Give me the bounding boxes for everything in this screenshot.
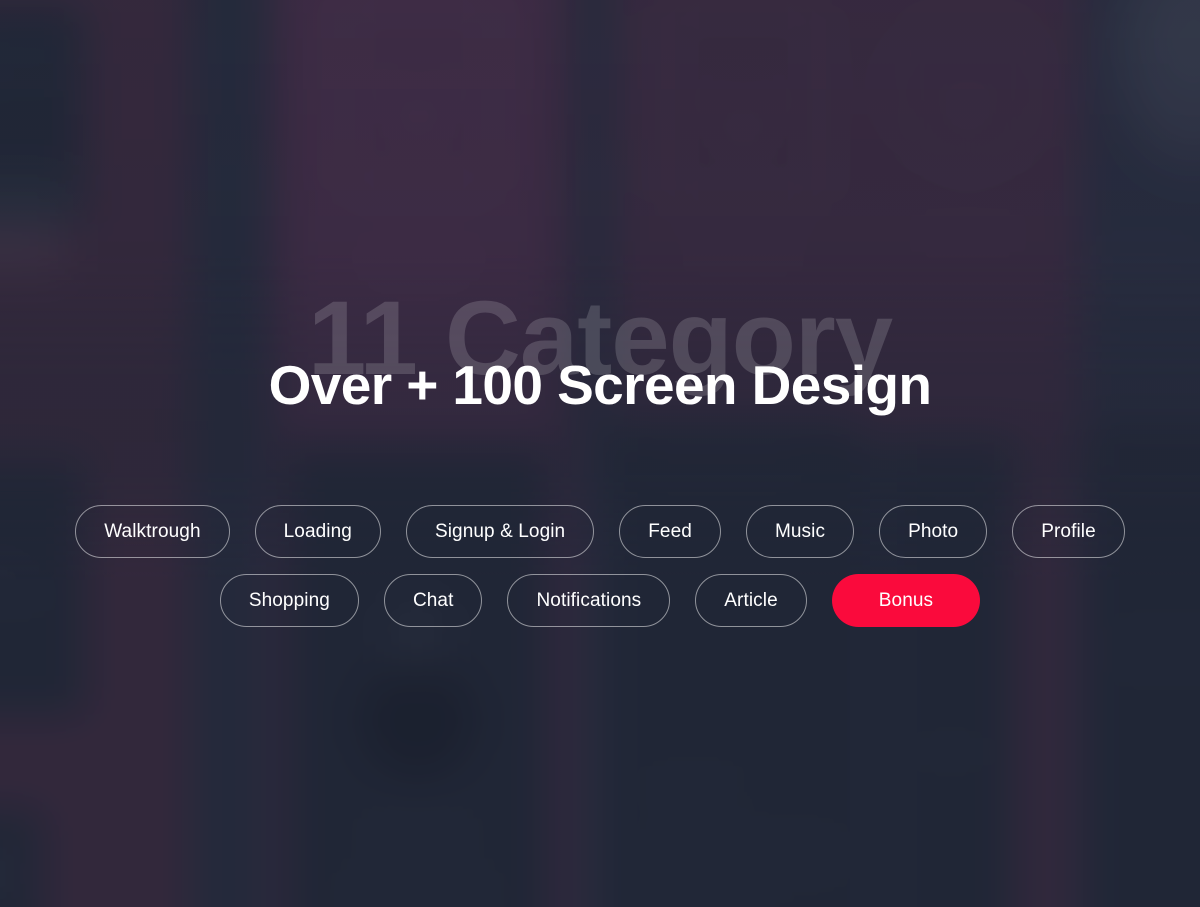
category-row-1: Walktrough Loading Signup & Login Feed Music… [0, 505, 1200, 558]
category-pill-article[interactable]: Article [695, 574, 807, 627]
category-pill-loading[interactable]: Loading [254, 505, 381, 558]
category-pill-chat[interactable]: Chat [383, 574, 483, 627]
category-pill-walktrough[interactable]: Walktrough [75, 505, 230, 558]
category-pill-feed[interactable]: Feed [619, 505, 721, 558]
category-pill-signup-login[interactable]: Signup & Login [405, 505, 595, 558]
mockup-card [610, 428, 876, 907]
avatar [359, 661, 476, 779]
page-title: Over + 100 Screen Design [268, 354, 932, 416]
category-pill-music[interactable]: Music [745, 505, 855, 558]
category-row-2: Shopping Chat Notifications Article Bonus [0, 574, 1200, 627]
mockup-card [1087, 428, 1200, 907]
category-pill-area: Walktrough Loading Signup & Login Feed Music… [0, 505, 1200, 627]
category-pill-notifications[interactable]: Notifications [507, 574, 671, 627]
promo-banner: 11 Category Over + 100 Screen Design Wal… [0, 0, 1200, 907]
mockup-card [891, 428, 1019, 907]
category-pill-shopping[interactable]: Shopping [219, 574, 359, 627]
hero-section: 11 Category Over + 100 Screen Design [0, 0, 1200, 470]
category-pill-profile[interactable]: Profile [1012, 505, 1125, 558]
category-pill-photo[interactable]: Photo [879, 505, 988, 558]
category-pill-bonus[interactable]: Bonus [831, 574, 981, 627]
